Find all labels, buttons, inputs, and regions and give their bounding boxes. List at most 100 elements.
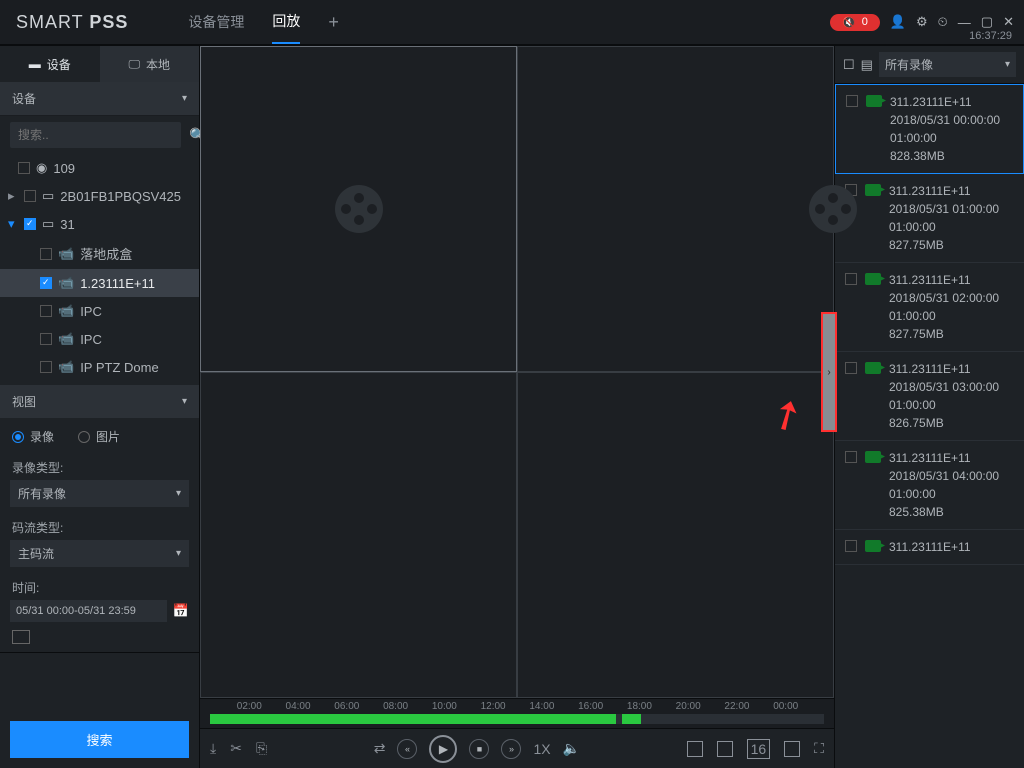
search-button[interactable]: 搜索 (10, 721, 189, 758)
tree-cam-4[interactable]: 📹IPC (0, 325, 199, 353)
alert-badge[interactable]: 🔇 0 (830, 14, 880, 31)
tab-device-mgmt[interactable]: 设备管理 (188, 0, 244, 44)
forward-button[interactable]: » (501, 739, 521, 759)
clip-checkbox[interactable] (845, 273, 857, 285)
camcorder-icon (865, 540, 881, 552)
camcorder-icon: 📹 (58, 359, 74, 375)
section-view-header[interactable]: 视图▾ (0, 385, 199, 418)
timeline[interactable]: 02:00 04:00 06:00 08:00 10:00 12:00 14:0… (200, 698, 834, 728)
speed-label[interactable]: 1X (533, 741, 550, 757)
select-all-icon[interactable]: ☐ (843, 57, 855, 73)
grid-3x3-icon[interactable] (717, 741, 733, 757)
clip-checkbox[interactable] (846, 95, 858, 107)
rectype-select[interactable]: 所有录像▾ (10, 480, 189, 507)
camcorder-icon (865, 362, 881, 374)
video-cell-3[interactable] (200, 372, 517, 698)
clip-filter-select[interactable]: 所有录像▾ (879, 52, 1016, 77)
camcorder-icon: 📹 (58, 303, 74, 319)
video-cell-4[interactable] (517, 372, 834, 698)
clip-item[interactable]: 311.23111E+112018/05/31 02:00:0001:00:00… (835, 263, 1024, 352)
tree-cam-3[interactable]: 📹IPC (0, 297, 199, 325)
camcorder-icon (866, 95, 882, 107)
side-tab-device[interactable]: ▬设备 (0, 46, 100, 82)
radio-image[interactable]: 图片 (78, 428, 120, 445)
clip-info: 311.23111E+11 (889, 538, 1014, 556)
card-icon[interactable] (12, 630, 30, 644)
video-cell-1[interactable] (200, 46, 517, 372)
rectype-label: 录像类型: (0, 455, 199, 478)
tree-cam-1[interactable]: 📹落地成盒 (0, 238, 199, 269)
titlebar: SMART PSS 设备管理 回放 + 🔇 0 👤 ⚙ ⏲ — ▢ ✕ 16:3… (0, 0, 1024, 46)
clips-panel: ☐ ▤ 所有录像▾ 311.23111E+112018/05/31 00:00:… (834, 46, 1024, 768)
edit-icon[interactable] (784, 741, 800, 757)
grid-2x2-icon[interactable] (687, 741, 703, 757)
chevron-down-icon: ▾ (1005, 59, 1010, 70)
side-tab-local[interactable]: 🖵本地 (100, 46, 200, 82)
panel-drag-handle[interactable]: › (821, 312, 837, 432)
tab-playback[interactable]: 回放 (272, 0, 300, 44)
main-tabs: 设备管理 回放 + (188, 0, 339, 44)
film-reel-icon (809, 185, 857, 233)
alert-count: 0 (862, 16, 868, 28)
clip-item[interactable]: 311.23111E+112018/05/31 04:00:0001:00:00… (835, 441, 1024, 530)
close-icon[interactable]: ✕ (1003, 14, 1014, 30)
clip-item[interactable]: 311.23111E+112018/05/31 03:00:0001:00:00… (835, 352, 1024, 441)
camcorder-icon (865, 273, 881, 285)
clip-item[interactable]: 311.23111E+112018/05/31 01:00:0001:00:00… (835, 174, 1024, 263)
clip-item[interactable]: 311.23111E+112018/05/31 00:00:0001:00:00… (835, 84, 1024, 174)
clip-checkbox[interactable] (845, 362, 857, 374)
video-cell-2[interactable] (517, 46, 834, 372)
camcorder-icon (865, 451, 881, 463)
clip-item[interactable]: 311.23111E+11 (835, 530, 1024, 565)
tree-cam-5[interactable]: 📹IP PTZ Dome (0, 353, 199, 381)
disk-icon: ▬ (29, 57, 41, 71)
maximize-icon[interactable]: ▢ (981, 14, 993, 30)
film-reel-icon (335, 185, 383, 233)
clip-info: 311.23111E+112018/05/31 04:00:0001:00:00… (889, 449, 1014, 521)
gear-icon[interactable]: ⚙ (916, 14, 928, 30)
volume-icon[interactable]: 🔈 (563, 740, 580, 757)
user-icon[interactable]: 👤 (890, 14, 906, 30)
dashboard-icon[interactable]: ⏲ (938, 14, 948, 30)
device-search-input[interactable] (10, 122, 181, 148)
nvr-icon: ▭ (42, 216, 54, 232)
radio-record[interactable]: 录像 (12, 428, 54, 445)
mute-icon: 🔇 (842, 16, 856, 29)
stream-select[interactable]: 主码流▾ (10, 540, 189, 567)
app-logo: SMART PSS (16, 12, 128, 33)
tree-node-nvr[interactable]: ▸▭2B01FB1PBQSV425 (0, 182, 199, 210)
tab-add-icon[interactable]: + (328, 12, 339, 33)
shuffle-icon[interactable]: ⇄ (374, 740, 386, 757)
stop-button[interactable]: ■ (469, 739, 489, 759)
tree-cam-2[interactable]: 📹1.23111E+11 (0, 269, 199, 297)
camcorder-icon (865, 184, 881, 196)
mode-selector: 录像 图片 (0, 418, 199, 455)
logo-text-2: PSS (89, 12, 128, 32)
rewind-button[interactable]: « (397, 739, 417, 759)
tree-node-109[interactable]: ◉109 (0, 154, 199, 182)
monitor-icon: 🖵 (128, 57, 140, 72)
viewer-wrap: › ➚ 02:00 04:00 06:00 08:00 10:00 12:00 … (200, 46, 834, 768)
section-device-header[interactable]: 设备 ▾ (0, 82, 199, 116)
cut-icon[interactable]: ✂ (230, 740, 242, 757)
time-range-input[interactable] (10, 600, 167, 622)
clip-checkbox[interactable] (845, 540, 857, 552)
tree-node-31[interactable]: ▾▭31 (0, 210, 199, 238)
nvr-icon: ▭ (42, 188, 54, 204)
time-range-row: 📅 (10, 600, 189, 622)
calendar-icon[interactable]: 📅 (173, 603, 189, 619)
split-count[interactable]: 16 (747, 739, 771, 759)
camcorder-icon: 📹 (58, 331, 74, 347)
device-tree: ◉109 ▸▭2B01FB1PBQSV425 ▾▭31 📹落地成盒 📹1.231… (0, 154, 199, 381)
camera-icon: ◉ (36, 160, 47, 176)
clip-checkbox[interactable] (845, 451, 857, 463)
fullscreen-icon[interactable]: ⛶ (814, 740, 824, 757)
stream-label: 码流类型: (0, 515, 199, 538)
play-button[interactable]: ▶ (429, 735, 457, 763)
export-icon[interactable]: ⎘ (256, 740, 267, 757)
list-mode-icon[interactable]: ▤ (861, 57, 873, 73)
clip-info: 311.23111E+112018/05/31 02:00:0001:00:00… (889, 271, 1014, 343)
minimize-icon[interactable]: — (958, 15, 971, 30)
download-icon[interactable]: ⤓ (210, 740, 216, 757)
clip-info: 311.23111E+112018/05/31 01:00:0001:00:00… (889, 182, 1014, 254)
